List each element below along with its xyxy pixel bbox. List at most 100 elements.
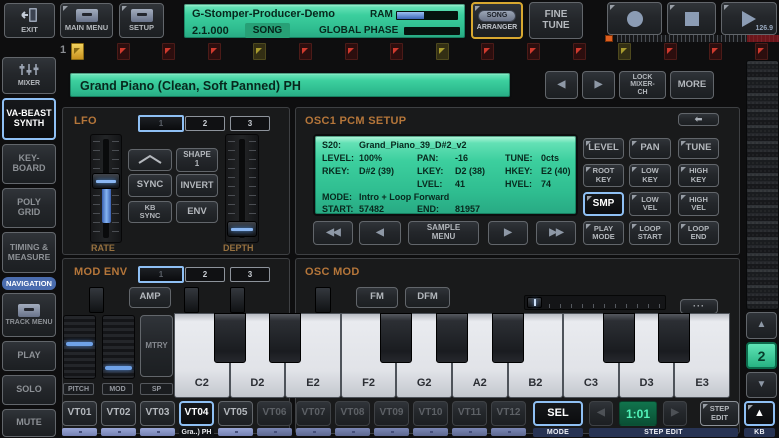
loop-end-button[interactable]: LOOP END	[678, 221, 719, 245]
pattern-slot-icon[interactable]	[709, 43, 722, 60]
track-button-vt07[interactable]: VT07	[296, 401, 331, 426]
smp-button[interactable]: SMP	[583, 192, 624, 216]
osc-mod-more-button[interactable]: ···	[680, 299, 718, 314]
pattern-slot-icon[interactable]	[618, 43, 631, 60]
tune-button[interactable]: TUNE	[678, 138, 719, 159]
exit-button[interactable]: EXIT	[4, 3, 55, 38]
step-edit-button[interactable]: STEP EDIT	[700, 401, 739, 426]
pattern-slot-icon[interactable]	[664, 43, 677, 60]
setup-button[interactable]: SETUP	[119, 3, 164, 38]
piano-key-black[interactable]	[214, 313, 246, 363]
track-button-vt06[interactable]: VT06	[257, 401, 292, 426]
mod-wheel[interactable]	[102, 315, 135, 379]
pitch-wheel[interactable]	[63, 315, 96, 379]
octave-down-button[interactable]: ▼	[746, 372, 777, 398]
mod-env-slider-knob[interactable]	[230, 287, 245, 313]
octave-up-button[interactable]: ▲	[746, 312, 777, 339]
piano-key-black[interactable]	[658, 313, 690, 363]
slider-handle[interactable]	[227, 221, 257, 237]
piano-key-black[interactable]	[269, 313, 301, 363]
lfo-sync-button[interactable]: SYNC	[128, 174, 172, 197]
sample-next-button[interactable]: ▶	[488, 221, 528, 245]
osc1-back-button[interactable]: ⬅	[678, 113, 719, 126]
lfo-tab-2[interactable]: 2	[185, 116, 225, 131]
track-button-vt05[interactable]: VT05	[218, 401, 253, 426]
track-button-vt12[interactable]: VT12	[491, 401, 526, 426]
sample-rewind-button[interactable]: ◀◀	[313, 221, 353, 245]
piano-key-black[interactable]	[380, 313, 412, 363]
record-button[interactable]	[607, 2, 662, 35]
pattern-slot-icon[interactable]	[436, 43, 449, 60]
sidebar-item-solo[interactable]: SOLO	[2, 375, 56, 405]
track-button-vt03[interactable]: VT03	[140, 401, 175, 426]
lfo-env-button[interactable]: ENV	[176, 201, 218, 223]
track-button-vt04[interactable]: VT04	[179, 401, 214, 426]
track-button-vt01[interactable]: VT01	[62, 401, 97, 426]
sidebar-item-mute[interactable]: MUTE	[2, 409, 56, 437]
song-position-strip[interactable]	[617, 35, 779, 42]
piano-key-black[interactable]	[492, 313, 524, 363]
root-key-button[interactable]: ROOT KEY	[583, 164, 624, 187]
pattern-slot-icon[interactable]	[527, 43, 540, 60]
pattern-slot-icon[interactable]	[573, 43, 586, 60]
kb-toggle-button[interactable]: ▲	[744, 401, 775, 426]
sidebar-item-navigation[interactable]: NAVIGATION	[2, 277, 56, 290]
lfo-rate-slider[interactable]	[90, 134, 122, 243]
mod-env-tab-2[interactable]: 2	[185, 267, 225, 282]
pattern-slot-icon[interactable]	[208, 43, 221, 60]
pattern-slot-icon[interactable]	[299, 43, 312, 60]
pattern-slot-icon[interactable]	[253, 43, 266, 60]
right-scroll-wheel[interactable]	[746, 60, 779, 310]
low-key-button[interactable]: LOW KEY	[629, 164, 671, 187]
pattern-slot-icon[interactable]	[345, 43, 358, 60]
step-prev-button[interactable]: ◀	[589, 401, 613, 426]
mtry-button[interactable]: MTRY	[140, 315, 173, 377]
sample-menu-button[interactable]: SAMPLE MENU	[408, 221, 479, 245]
stop-button[interactable]	[667, 2, 716, 35]
pattern-slot-icon[interactable]	[755, 43, 768, 60]
level-button[interactable]: LEVEL	[583, 138, 624, 159]
track-button-vt08[interactable]: VT08	[335, 401, 370, 426]
pattern-slot-icon[interactable]	[390, 43, 403, 60]
track-button-vt11[interactable]: VT11	[452, 401, 487, 426]
play-button[interactable]: 126.9	[721, 2, 777, 35]
sample-prev-button[interactable]: ◀	[359, 221, 401, 245]
loop-start-button[interactable]: LOOP START	[629, 221, 671, 245]
piano-key-black[interactable]	[436, 313, 468, 363]
pattern-slot-icon[interactable]	[481, 43, 494, 60]
high-key-button[interactable]: HIGH KEY	[678, 164, 719, 187]
sidebar-item-keyboard[interactable]: KEY-BOARD	[2, 144, 56, 184]
song-arranger-button[interactable]: SONG ARRANGER	[471, 2, 523, 39]
amp-button[interactable]: AMP	[129, 287, 171, 308]
piano-key-black[interactable]	[603, 313, 635, 363]
mod-env-tab-1[interactable]: 1	[138, 266, 184, 283]
slider-handle[interactable]	[92, 173, 120, 189]
sel-button[interactable]: SEL	[533, 401, 583, 426]
osc-mod-slider-knob[interactable]	[315, 287, 331, 313]
track-prev-button[interactable]: ◀	[545, 71, 578, 99]
mod-env-slider-knob[interactable]	[89, 287, 104, 313]
main-menu-button[interactable]: MAIN MENU	[60, 3, 113, 38]
lfo-tab-3[interactable]: 3	[230, 116, 270, 131]
fm-button[interactable]: FM	[356, 287, 398, 308]
sidebar-item-track-menu[interactable]: TRACK MENU	[2, 293, 56, 337]
sidebar-item-play[interactable]: PLAY	[2, 341, 56, 371]
sidebar-item-poly-grid[interactable]: POLY GRID	[2, 188, 56, 228]
track-button-vt09[interactable]: VT09	[374, 401, 409, 426]
lfo-shape-select-button[interactable]: SHAPE 1	[176, 148, 218, 172]
sidebar-item-va-beast-synth[interactable]: VA-BEAST SYNTH	[2, 98, 56, 140]
pattern-slot-icon[interactable]	[117, 43, 130, 60]
lfo-invert-button[interactable]: INVERT	[176, 174, 218, 197]
sample-forward-button[interactable]: ▶▶	[536, 221, 576, 245]
osc-mod-h-slider[interactable]	[524, 295, 666, 310]
sidebar-item-timing-measure[interactable]: TIMING & MEASURE	[2, 232, 56, 273]
low-vel-button[interactable]: LOW VEL	[629, 192, 671, 216]
lfo-depth-slider[interactable]	[225, 134, 259, 243]
dfm-button[interactable]: DFM	[405, 287, 450, 308]
sidebar-item-mixer[interactable]: MIXER	[2, 57, 56, 94]
high-vel-button[interactable]: HIGH VEL	[678, 192, 719, 216]
track-button-vt10[interactable]: VT10	[413, 401, 448, 426]
lfo-kb-sync-button[interactable]: KB SYNC	[128, 201, 172, 223]
track-button-vt02[interactable]: VT02	[101, 401, 136, 426]
pan-button[interactable]: PAN	[629, 138, 671, 159]
